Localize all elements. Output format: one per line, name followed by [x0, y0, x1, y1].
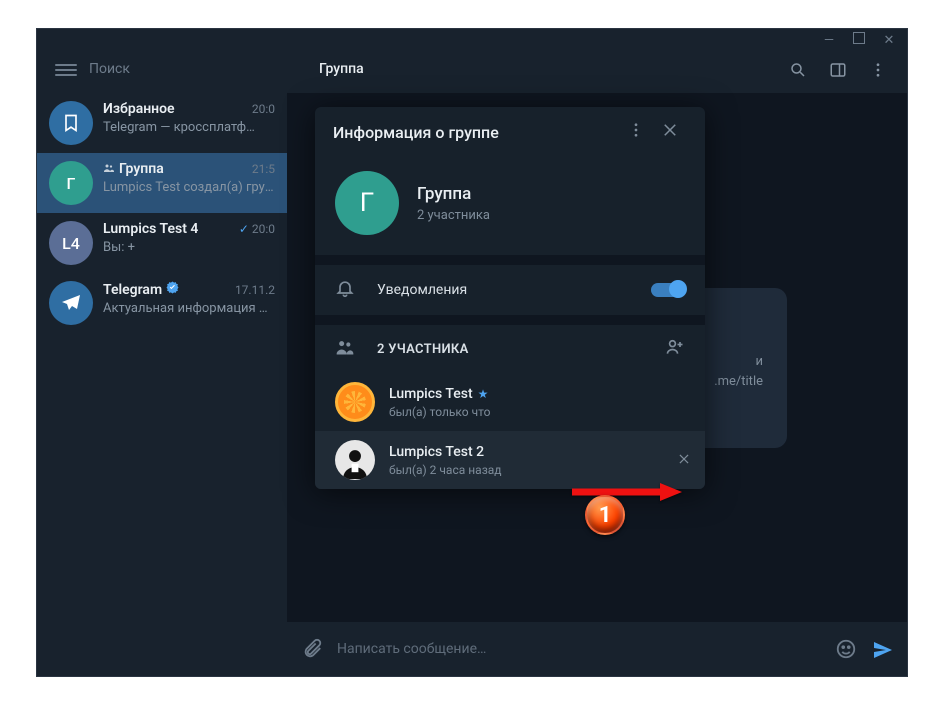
chat-time: 20:0 [252, 102, 275, 116]
annotation-badge-1: 1 [585, 495, 625, 535]
chat-name: Группа [103, 161, 164, 177]
menu-button[interactable] [55, 61, 77, 91]
maximize-button[interactable] [851, 32, 867, 48]
send-button[interactable] [871, 638, 893, 660]
owner-star-icon: ★ [478, 387, 489, 401]
member-avatar [335, 440, 375, 480]
member-row[interactable]: Lumpics Test ★ был(а) только что [315, 373, 705, 431]
read-check-icon: ✓ [239, 222, 249, 236]
member-status: был(а) только что [389, 405, 491, 419]
group-info-modal: Информация о группе Г Группа 2 участника… [315, 107, 705, 489]
modal-more-icon[interactable] [619, 117, 653, 147]
square-icon [853, 32, 865, 44]
member-name: Lumpics Test 2 [389, 444, 502, 460]
annotation-arrow [572, 483, 682, 497]
chat-subtitle: Lumpics Test создал(а) групп… [103, 180, 275, 195]
remove-member-icon[interactable] [677, 451, 691, 470]
member-avatar [335, 382, 375, 422]
chat-name: Избранное [103, 101, 175, 117]
notifications-label: Уведомления [377, 282, 629, 298]
modal-title: Информация о группе [333, 123, 619, 142]
add-member-icon[interactable] [665, 337, 685, 361]
chat-time: ✓ 20:0 [239, 222, 275, 236]
group-avatar: Г [49, 161, 93, 205]
group-summary[interactable]: Г Группа 2 участника [315, 157, 705, 255]
member-row[interactable]: Lumpics Test 2 был(а) 2 часа назад [315, 431, 705, 489]
attach-icon[interactable] [301, 638, 323, 660]
minimize-button[interactable]: — [821, 33, 837, 48]
compose-bar [287, 622, 907, 676]
members-header: 2 УЧАСТНИКА [315, 325, 705, 373]
people-icon [335, 337, 355, 361]
chat-item-saved[interactable]: Избранное 20:0 Telegram — кроссплатф… [37, 93, 287, 153]
group-member-count: 2 участника [417, 208, 490, 223]
telegram-icon [49, 281, 93, 325]
chat-item-group[interactable]: Г Группа 21:5 Lumpics Test создал(а) гру… [37, 153, 287, 213]
member-name: Lumpics Test ★ [389, 386, 491, 402]
chat-time: 17.11.2 [235, 283, 275, 297]
notifications-toggle[interactable] [651, 283, 685, 297]
chat-header-title[interactable]: Группа [319, 51, 789, 91]
bell-icon [335, 278, 355, 302]
chat-subtitle: Telegram — кроссплатф… [103, 120, 275, 135]
chat-time: 21:5 [252, 162, 275, 176]
separator [315, 315, 705, 325]
modal-close-icon[interactable] [653, 117, 687, 147]
chat-item-lumpics4[interactable]: L4 Lumpics Test 4 ✓ 20:0 Вы: + [37, 213, 287, 273]
initials-avatar: L4 [49, 221, 93, 265]
app-window: — ✕ Поиск Группа [36, 28, 908, 677]
group-avatar-large: Г [335, 171, 399, 235]
window-controls: — ✕ [821, 29, 907, 51]
message-input[interactable] [337, 641, 821, 657]
members-count-label: 2 УЧАСТНИКА [377, 342, 643, 357]
member-status: был(а) 2 часа назад [389, 463, 502, 477]
header-row: Поиск Группа [37, 51, 907, 91]
group-name: Группа [417, 184, 490, 204]
search-input[interactable]: Поиск [89, 51, 289, 91]
chat-subtitle: Вы: + [103, 240, 275, 255]
sidepanel-icon[interactable] [829, 61, 847, 79]
group-icon [103, 162, 115, 177]
chat-name: Telegram [103, 281, 179, 298]
verified-icon [166, 281, 179, 298]
notifications-row[interactable]: Уведомления [315, 265, 705, 315]
search-icon[interactable] [789, 61, 807, 79]
modal-header: Информация о группе [315, 107, 705, 157]
chat-item-telegram[interactable]: Telegram 17.11.2 Актуальная информация о… [37, 273, 287, 333]
chat-list: Избранное 20:0 Telegram — кроссплатф… Г … [37, 93, 287, 333]
more-icon[interactable] [869, 61, 887, 79]
chat-name: Lumpics Test 4 [103, 221, 198, 237]
bookmark-icon [49, 101, 93, 145]
separator [315, 255, 705, 265]
chat-subtitle: Актуальная информация о … [103, 301, 275, 316]
close-window-button[interactable]: ✕ [881, 33, 897, 48]
emoji-icon[interactable] [835, 638, 857, 660]
